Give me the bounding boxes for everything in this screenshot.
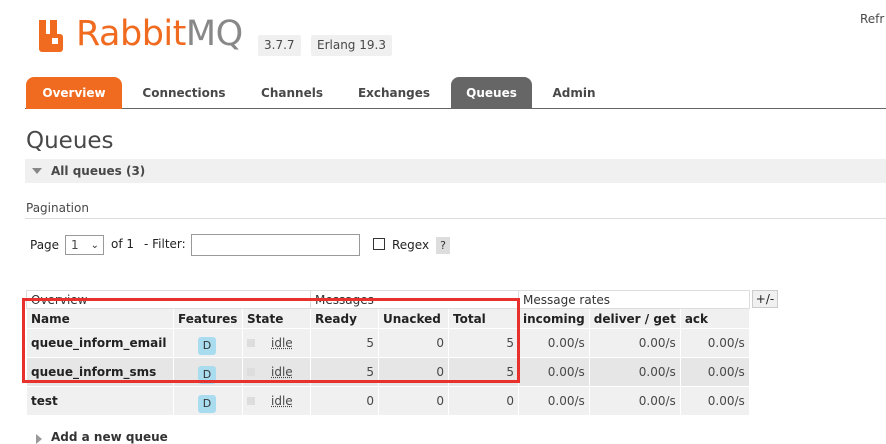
cell-deliver-get: 0.00/s [588,328,681,358]
queue-name-link[interactable]: test [26,386,174,416]
page-select[interactable]: 1 ⌄ [65,235,104,255]
cell-deliver-get: 0.00/s [588,386,681,416]
add-queue-section-toggle[interactable]: Add a new queue [51,430,168,444]
page-of-label: of 1 [111,237,135,251]
erlang-badge: Erlang 19.3 [311,35,392,56]
tab-admin[interactable]: Admin [540,77,608,109]
refresh-label[interactable]: Refr [860,12,884,26]
pagination-divider [25,218,886,219]
section-title: All queues (3) [51,164,146,178]
table-row[interactable]: test D idle 0 0 0 0.00/s 0.00/s 0.00/s [26,386,750,416]
state-indicator-icon [247,397,255,405]
chevron-down-icon: ⌄ [90,240,99,251]
pagination-label: Pagination [26,201,89,215]
tab-queues[interactable]: Queues [451,77,532,109]
cell-total: 0 [448,386,519,416]
version-badge: 3.7.7 [258,35,301,56]
page-title: Queues [26,128,114,154]
tab-exchanges[interactable]: Exchanges [346,77,442,109]
col-incoming[interactable]: incoming [518,308,590,329]
queue-state: idle [271,394,293,408]
cell-incoming: 0.00/s [518,328,590,358]
annotation-highlight-box [22,298,520,383]
cell-incoming: 0.00/s [518,357,590,387]
feature-durable-badge: D [198,395,216,413]
filter-input[interactable] [191,234,360,256]
column-toggle-button[interactable]: +/- [752,290,778,308]
collapse-triangle-icon [32,168,42,174]
filter-label: - Filter: [144,237,186,251]
all-queues-section-toggle[interactable]: All queues (3) [25,159,886,183]
rabbit-logo-icon [39,20,63,52]
expand-triangle-icon [36,434,42,444]
page-label: Page [30,238,60,252]
cell-incoming: 0.00/s [518,386,590,416]
help-button[interactable]: ? [436,237,450,254]
regex-label: Regex [392,238,430,252]
col-deliver-get[interactable]: deliver / get [588,308,681,329]
cell-unacked: 0 [378,386,449,416]
cell-ack: 0.00/s [679,357,750,387]
group-message-rates: Message rates [518,290,750,309]
cell-ack: 0.00/s [679,328,750,358]
cell-ready: 0 [310,386,379,416]
brand-name: RabbitMQ [76,14,243,54]
tab-overview[interactable]: Overview [26,77,122,109]
col-ack[interactable]: ack [679,308,750,329]
cell-ack: 0.00/s [679,386,750,416]
cell-deliver-get: 0.00/s [588,357,681,387]
tab-connections[interactable]: Connections [130,77,238,109]
regex-checkbox[interactable] [373,238,385,250]
tab-channels[interactable]: Channels [246,77,338,109]
